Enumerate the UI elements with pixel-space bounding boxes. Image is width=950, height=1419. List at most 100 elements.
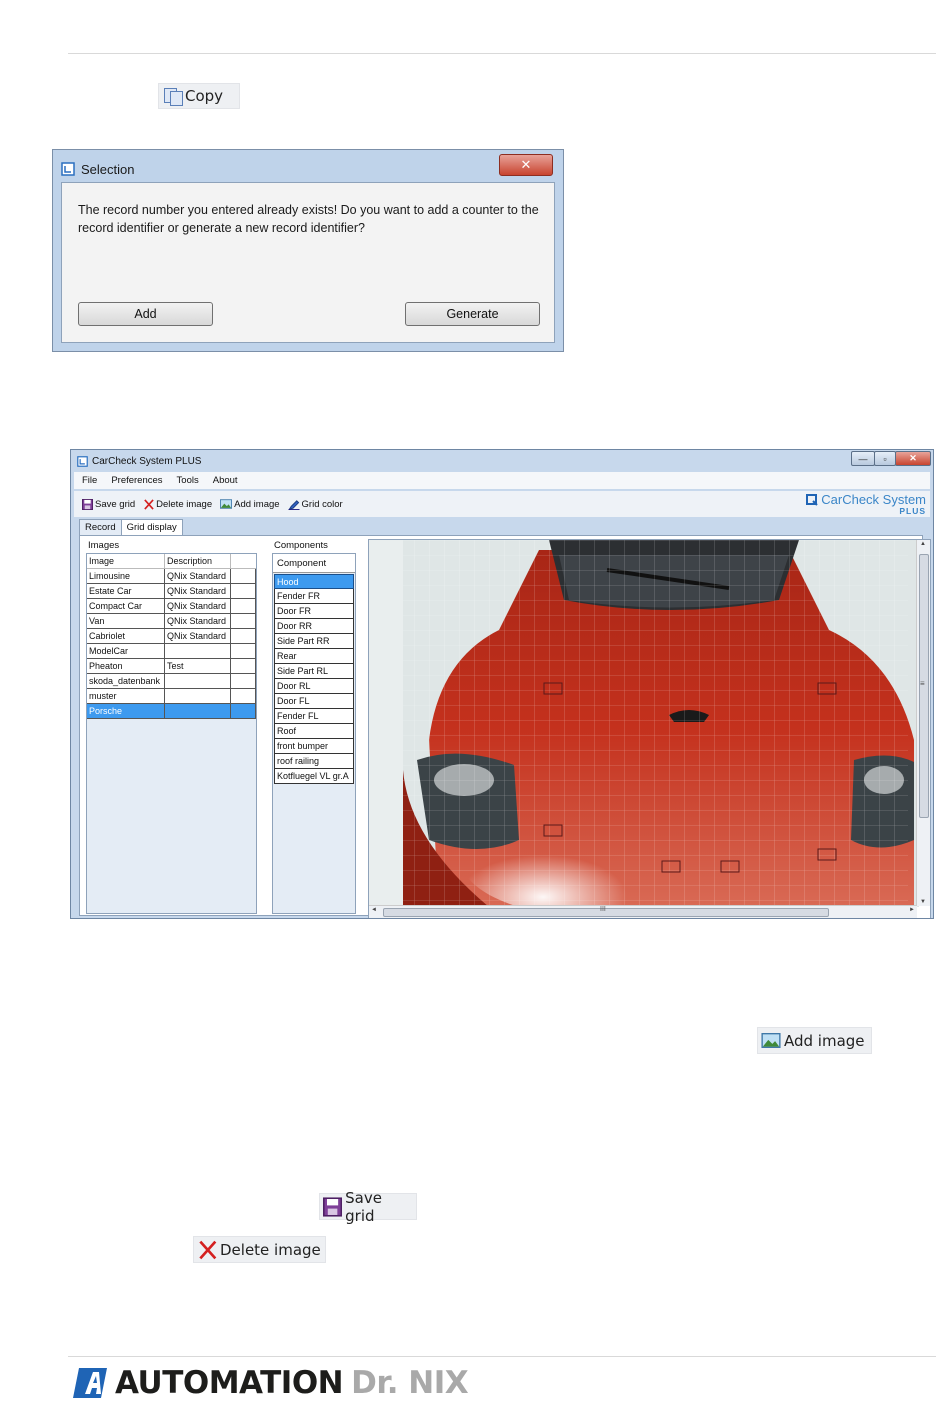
brand-plus: PLUS: [899, 506, 926, 516]
column-header-component[interactable]: Component: [273, 554, 355, 573]
menu-tools[interactable]: Tools: [177, 475, 199, 486]
delete-image-button[interactable]: Delete image: [193, 1236, 326, 1263]
maximize-button[interactable]: ▫: [874, 451, 896, 466]
cell-description: QNix Standard: [165, 629, 231, 644]
scroll-up-icon[interactable]: ▲: [920, 541, 926, 547]
logo-automation-text: AUTOMATION: [115, 1365, 344, 1401]
save-grid-label: Save grid: [95, 498, 136, 510]
vertical-scroll-thumb[interactable]: ≡: [919, 554, 929, 818]
copy-button[interactable]: Copy: [158, 83, 240, 109]
table-row[interactable]: Estate Car QNix Standard: [87, 584, 256, 599]
footer-divider: [68, 1356, 936, 1357]
carcheck-window: CarCheck System PLUS — ▫ ✕ File Preferen…: [70, 449, 934, 919]
scroll-right-icon[interactable]: ►: [909, 907, 915, 913]
table-row[interactable]: skoda_datenbank: [87, 674, 256, 689]
add-image-label: Add image: [784, 1031, 865, 1050]
cell-description: [165, 704, 231, 719]
list-item[interactable]: Door FR: [274, 604, 354, 619]
car-image-view[interactable]: ▲ ≡ ▼ ◄ III ►: [368, 539, 931, 918]
minimize-button[interactable]: —: [851, 451, 875, 466]
horizontal-scrollbar[interactable]: ◄ III ►: [369, 905, 917, 918]
table-row[interactable]: Pheaton Test: [87, 659, 256, 674]
table-row[interactable]: muster: [87, 689, 256, 704]
cell-description: [165, 689, 231, 704]
add-image-button[interactable]: Add image: [757, 1027, 872, 1054]
list-item[interactable]: Rear: [274, 649, 354, 664]
menu-file[interactable]: File: [82, 475, 97, 486]
delete-image-tool[interactable]: Delete image: [143, 499, 212, 510]
list-item[interactable]: roof railing: [274, 754, 354, 769]
grid-color-label: Grid color: [301, 498, 343, 510]
table-row[interactable]: Porsche: [87, 704, 256, 719]
dialog-message: The record number you entered already ex…: [78, 203, 539, 235]
cell-image: muster: [87, 689, 165, 704]
column-header-image[interactable]: Image: [87, 554, 165, 569]
list-item[interactable]: Door RL: [274, 679, 354, 694]
menu-preferences[interactable]: Preferences: [111, 475, 162, 486]
cell-image: skoda_datenbank: [87, 674, 165, 689]
window-close-button[interactable]: ✕: [895, 451, 931, 466]
tab-grid-display[interactable]: Grid display: [120, 519, 183, 535]
grid-display-page: Images Image Description Limousine QNix S…: [79, 535, 931, 918]
cell-description: QNix Standard: [165, 584, 231, 599]
close-icon: ✕: [909, 453, 917, 463]
grid-color-tool[interactable]: Grid color: [287, 498, 343, 510]
cell-extra: [231, 659, 256, 674]
save-grid-tool[interactable]: Save grid: [82, 498, 136, 510]
scroll-left-icon[interactable]: ◄: [371, 907, 377, 913]
dialog-close-button[interactable]: ✕: [499, 154, 553, 176]
dialog-titlebar: Selection: [61, 158, 555, 180]
save-grid-label: Save grid: [345, 1188, 382, 1225]
list-item[interactable]: Fender FR: [274, 589, 354, 604]
selection-dialog: Selection ✕ The record number you entere…: [52, 149, 564, 352]
vertical-scrollbar[interactable]: ▲ ≡ ▼: [916, 540, 930, 906]
scroll-down-icon[interactable]: ▼: [920, 899, 926, 905]
menu-bar: File Preferences Tools About: [74, 472, 930, 489]
add-image-tool[interactable]: Add image: [220, 498, 280, 510]
images-table-header: Image Description: [87, 554, 256, 569]
list-item[interactable]: Fender FL: [274, 709, 354, 724]
dialog-title: Selection: [81, 161, 135, 177]
cell-extra: [231, 689, 256, 704]
delete-image-label: Delete image: [220, 1240, 321, 1259]
cell-image: Van: [87, 614, 165, 629]
list-item[interactable]: Side Part RR: [274, 634, 354, 649]
list-item[interactable]: Side Part RL: [274, 664, 354, 679]
cell-image: ModelCar: [87, 644, 165, 659]
copy-label: Copy: [185, 87, 224, 105]
cell-image: Limousine: [87, 569, 165, 584]
save-grid-button[interactable]: Save grid: [319, 1189, 417, 1225]
picture-icon: [220, 499, 233, 509]
menu-about[interactable]: About: [213, 475, 238, 486]
generate-button[interactable]: Generate: [405, 302, 540, 326]
cell-extra: [231, 674, 256, 689]
table-row[interactable]: Limousine QNix Standard: [87, 569, 256, 584]
cell-extra: [231, 704, 256, 719]
table-row[interactable]: Van QNix Standard: [87, 614, 256, 629]
list-item[interactable]: Roof: [274, 724, 354, 739]
table-row[interactable]: ModelCar: [87, 644, 256, 659]
list-item[interactable]: front bumper: [274, 739, 354, 754]
brand-q-icon: [806, 493, 818, 506]
column-header-description[interactable]: Description: [165, 554, 231, 569]
list-item[interactable]: Hood: [274, 574, 354, 589]
car-image: [369, 540, 919, 907]
header-divider: [68, 53, 936, 54]
red-x-icon: [199, 1240, 217, 1259]
list-item[interactable]: Kotfluegel VL gr.A: [274, 769, 354, 784]
table-row[interactable]: Compact Car QNix Standard: [87, 599, 256, 614]
list-item[interactable]: Door RR: [274, 619, 354, 634]
cell-image: Porsche: [87, 704, 165, 719]
horizontal-scroll-thumb[interactable]: III: [383, 906, 829, 917]
app-icon: [61, 162, 75, 176]
table-row[interactable]: Cabriolet QNix Standard: [87, 629, 256, 644]
add-image-label: Add image: [234, 498, 280, 510]
dialog-body: The record number you entered already ex…: [61, 182, 555, 343]
cell-image: Pheaton: [87, 659, 165, 674]
add-button[interactable]: Add: [78, 302, 213, 326]
tab-record[interactable]: Record: [79, 519, 122, 535]
list-item[interactable]: Door FL: [274, 694, 354, 709]
pen-icon: [287, 499, 300, 510]
images-panel-label: Images: [88, 540, 120, 551]
cell-image: Estate Car: [87, 584, 165, 599]
